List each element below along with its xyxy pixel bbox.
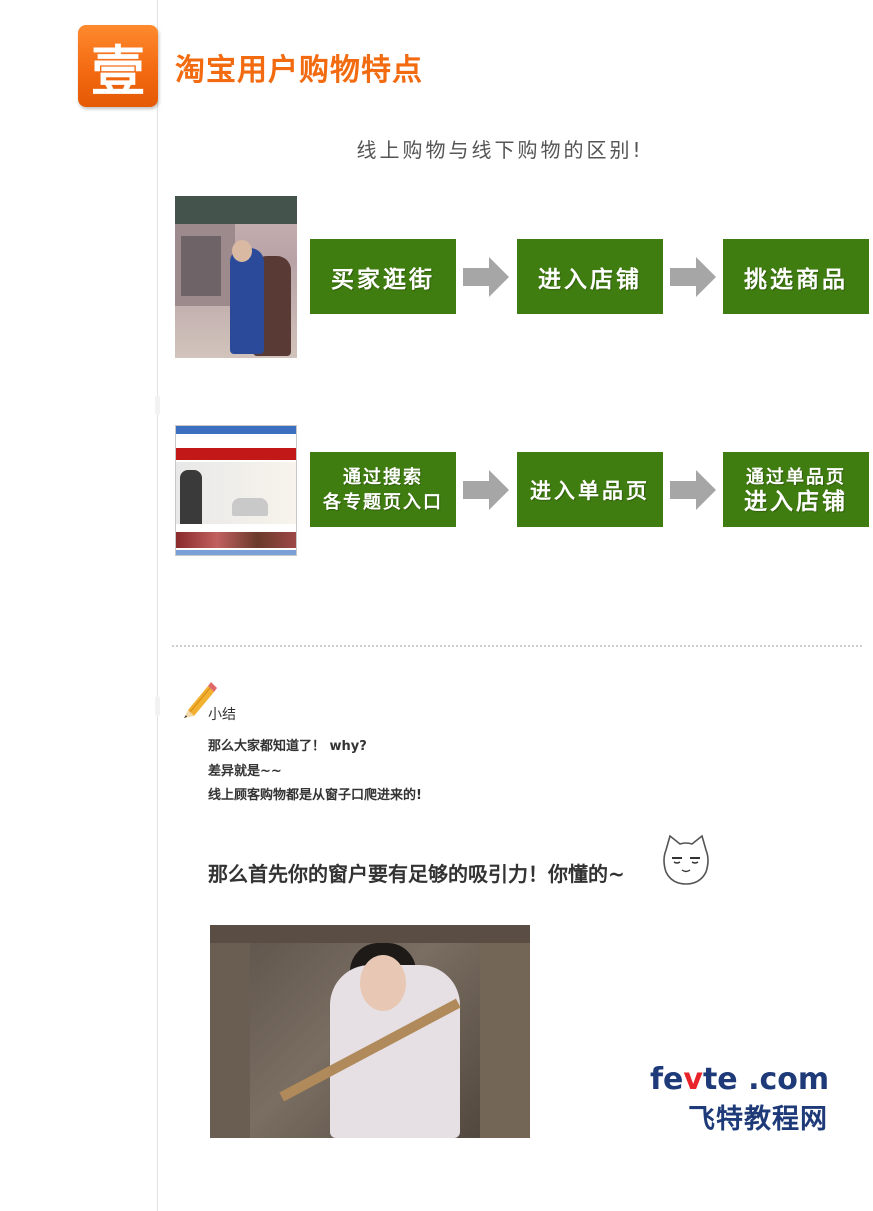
divider-notch [155,395,160,415]
summary-line-1: 那么大家都知道了！ why? [208,739,367,754]
left-divider-line [157,0,158,1211]
arrow-right-icon [463,470,509,510]
step-pick-product: 挑选商品 [723,239,869,314]
smug-cat-emoticon-icon [663,834,709,885]
summary-line-3: 线上顾客购物都是从窗子口爬进来的! [208,788,422,803]
dotted-separator [172,645,862,647]
comparison-subtitle: 线上购物与线下购物的区别! [356,138,644,162]
web-store-screenshot [175,425,297,556]
section-number: 壹 [91,38,145,103]
arrow-right-icon [670,257,716,297]
step-product-page: 进入单品页 [517,452,663,527]
street-shopping-photo [175,196,297,358]
step-search-entry: 通过搜索 各专题页入口 [310,452,456,527]
fevte-logo-chinese: 飞特教程网 [688,1104,828,1135]
step-product-to-store-line1: 通过单品页 [746,466,846,488]
summary-label: 小结 [208,707,236,723]
section-title: 淘宝用户购物特点 [175,53,423,88]
logo-accent: v [683,1062,703,1097]
logo-suffix: te .com [702,1062,830,1097]
summary-headline: 那么首先你的窗户要有足够的吸引力！你懂的~ [208,862,625,886]
section-number-badge: 壹 [78,25,158,107]
step-buyer-shopping: 买家逛街 [310,239,456,314]
step-enter-store: 进入店铺 [517,239,663,314]
logo-prefix: fe [650,1062,684,1097]
window-girl-photo [210,925,530,1138]
step-product-to-store-line2: 进入店铺 [744,488,848,515]
summary-line-2: 差异就是~~ [208,764,282,779]
divider-notch [155,696,160,716]
fevte-logo-text: fevte .com [650,1062,829,1097]
step-search-entry-line1: 通过搜索 [343,466,423,488]
step-product-to-store: 通过单品页 进入店铺 [723,452,869,527]
arrow-right-icon [670,470,716,510]
step-search-entry-line2: 各专题页入口 [323,491,443,513]
arrow-right-icon [463,257,509,297]
